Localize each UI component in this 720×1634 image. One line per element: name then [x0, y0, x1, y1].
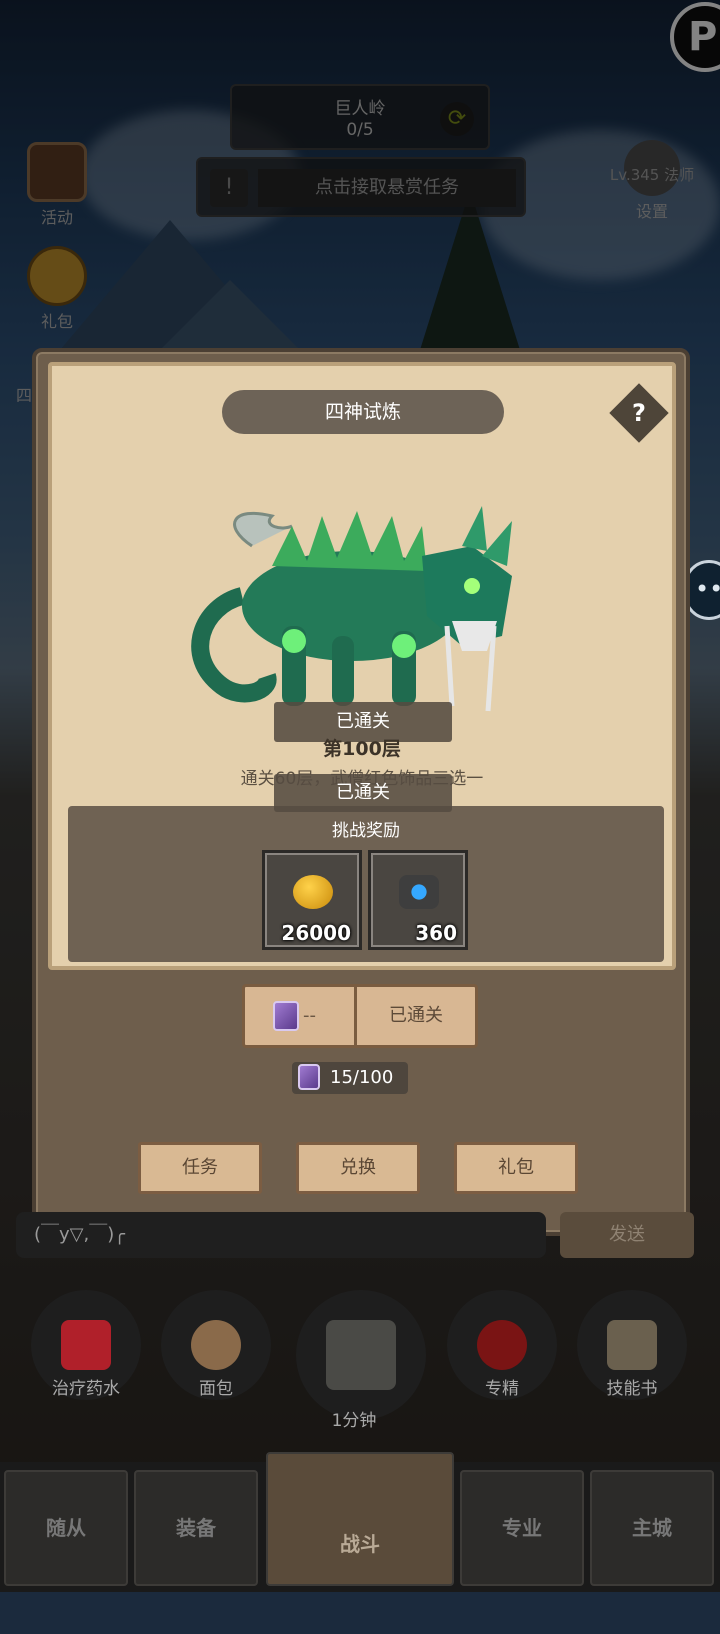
help-icon: ? — [632, 399, 646, 427]
item-label: 面包 — [199, 1379, 233, 1399]
chat-input[interactable]: (￣y▽,￣)╭ — [16, 1212, 546, 1258]
reward-box: 挑战奖励 26000 360 — [68, 806, 664, 962]
reward-slot[interactable]: 26000 — [262, 850, 362, 950]
tab-profession[interactable]: 专业 — [460, 1470, 584, 1586]
item-potion[interactable]: 治疗药水 — [28, 1290, 144, 1400]
gold-coin-icon — [293, 875, 333, 909]
reward-slot[interactable]: 360 — [368, 850, 468, 950]
trial-card: 四神试炼 ? 已通关 第100层 通关60层，武僧红色饰品三选一 已通关 挑战奖… — [48, 362, 676, 970]
potion-icon — [61, 1320, 111, 1370]
item-label: 技能书 — [606, 1379, 658, 1399]
ticket-cost: -- — [245, 987, 357, 1045]
task-button[interactable]: 任务 — [138, 1142, 262, 1194]
item-label: 1分钟 — [331, 1411, 377, 1431]
quick-items: 治疗药水 面包 1分钟 专精 技能书 — [0, 1290, 720, 1440]
mastery-icon — [477, 1320, 527, 1370]
bottom-nav: 随从 装备 战斗 专业 主城 — [0, 1452, 720, 1592]
help-button[interactable]: ? — [609, 383, 669, 443]
panel-title: 四神试炼 — [222, 390, 504, 434]
tab-equipment[interactable]: 装备 — [134, 1470, 258, 1586]
tab-followers[interactable]: 随从 — [4, 1470, 128, 1586]
tab-main-city[interactable]: 主城 — [590, 1470, 714, 1586]
ticket-progress-text: 15/100 — [330, 1067, 394, 1088]
exchange-button[interactable]: 兑换 — [296, 1142, 420, 1194]
item-mastery[interactable]: 专精 — [444, 1290, 560, 1400]
reward-amount: 360 — [415, 921, 457, 945]
ticket-progress: 15/100 — [292, 1062, 408, 1094]
floor-number: 第100层 — [323, 738, 401, 760]
book-icon — [607, 1320, 657, 1370]
green-dragon-image — [191, 506, 512, 712]
trial-panel: 四神试炼 ? 已通关 第100层 通关60层，武僧红色饰品三选一 已通关 挑战奖… — [32, 348, 690, 1236]
gift-pack-button[interactable]: 礼包 — [454, 1142, 578, 1194]
item-chest[interactable]: 1分钟 — [296, 1290, 426, 1431]
scroll-ticket-icon — [298, 1064, 320, 1090]
item-circle — [296, 1290, 426, 1420]
item-label: 专精 — [485, 1379, 519, 1399]
tab-battle[interactable]: 战斗 — [266, 1452, 454, 1586]
item-bread[interactable]: 面包 — [158, 1290, 274, 1400]
send-button[interactable]: 发送 — [560, 1212, 694, 1258]
bread-icon — [191, 1320, 241, 1370]
chest-icon — [326, 1320, 396, 1390]
reward-amount: 26000 — [281, 921, 351, 945]
item-label: 治疗药水 — [52, 1379, 120, 1399]
blue-gem-icon — [399, 875, 439, 909]
challenge-status: 已通关 — [389, 1005, 443, 1026]
cleared-badge-2: 已通关 — [274, 774, 452, 812]
reward-label: 挑战奖励 — [332, 821, 400, 841]
item-skillbook[interactable]: 技能书 — [574, 1290, 690, 1400]
scroll-ticket-icon — [273, 1001, 299, 1031]
challenge-button[interactable]: -- 已通关 — [242, 984, 478, 1048]
